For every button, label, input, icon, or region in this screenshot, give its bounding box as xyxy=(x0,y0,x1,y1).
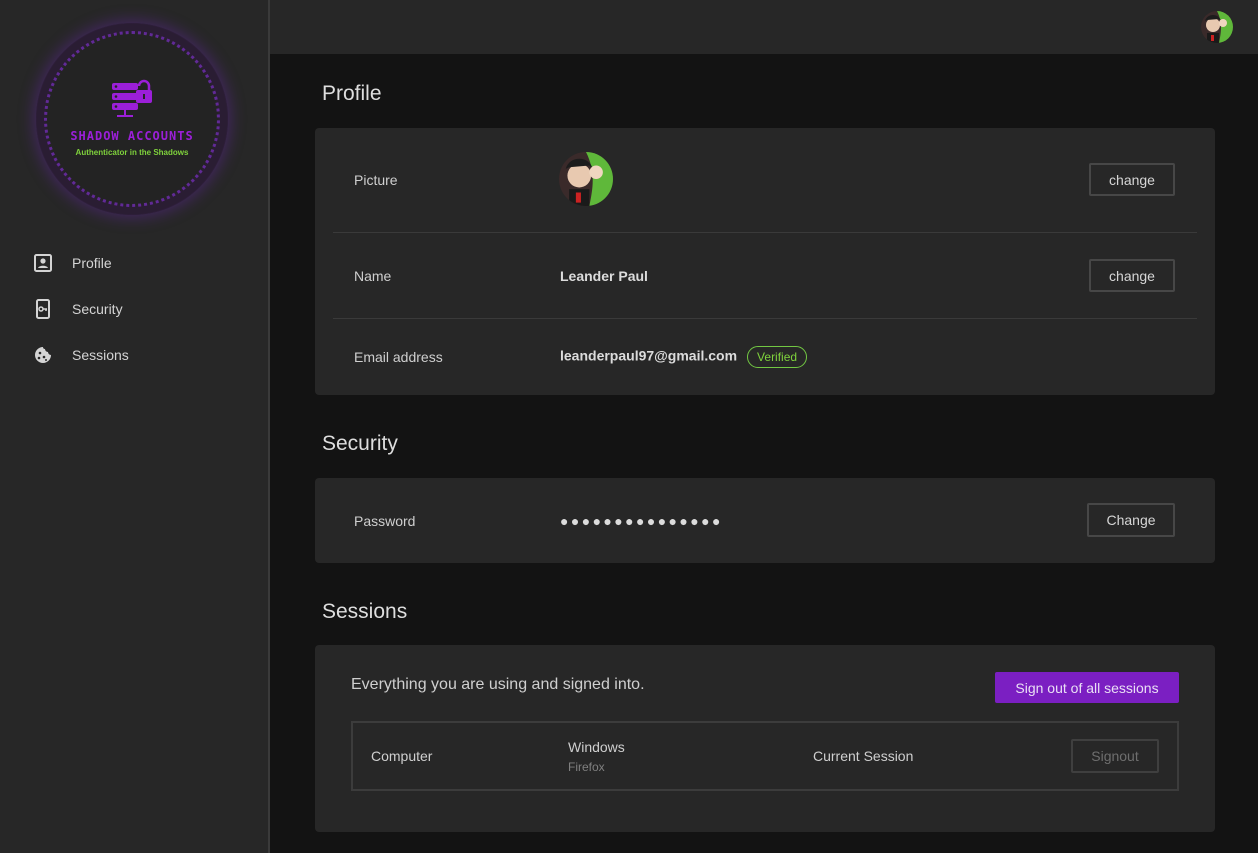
sidebar-nav: Profile Security Sessions xyxy=(0,240,268,378)
email-value-wrap: leanderpaul97@gmail.com Verified xyxy=(560,346,808,368)
top-bar xyxy=(270,0,1258,54)
logo-subtitle: Authenticator in the Shadows xyxy=(75,148,189,157)
security-section-title: Security xyxy=(322,432,398,455)
change-picture-button[interactable]: change xyxy=(1089,163,1175,196)
phone-key-icon xyxy=(33,299,53,319)
server-lock-icon xyxy=(112,79,152,117)
session-row: Computer Windows Firefox Current Session… xyxy=(351,721,1179,791)
password-row: Password ●●●●●●●●●●●●●●● Change xyxy=(315,478,1215,563)
email-label: Email address xyxy=(354,349,443,365)
sidebar: SHADOW ACCOUNTS Authenticator in the Sha… xyxy=(0,0,270,853)
profile-section-title: Profile xyxy=(322,82,382,105)
picture-label: Picture xyxy=(354,172,398,188)
sidebar-item-sessions[interactable]: Sessions xyxy=(0,332,268,378)
sessions-section-title: Sessions xyxy=(322,600,408,623)
security-card: Password ●●●●●●●●●●●●●●● Change xyxy=(315,478,1215,563)
change-password-button[interactable]: Change xyxy=(1087,503,1175,537)
name-row: Name Leander Paul change xyxy=(315,233,1215,318)
sidebar-item-profile[interactable]: Profile xyxy=(0,240,268,286)
app-logo: SHADOW ACCOUNTS Authenticator in the Sha… xyxy=(36,23,228,215)
email-value: leanderpaul97@gmail.com xyxy=(560,347,738,364)
password-label: Password xyxy=(354,512,416,529)
profile-picture xyxy=(559,152,613,206)
password-mask: ●●●●●●●●●●●●●●● xyxy=(560,512,723,529)
picture-row: Picture change xyxy=(315,128,1215,232)
sidebar-item-label: Security xyxy=(72,301,123,317)
logo-ring xyxy=(44,31,220,207)
session-os: Windows xyxy=(568,739,625,755)
sidebar-item-label: Sessions xyxy=(72,347,129,363)
account-box-icon xyxy=(33,253,53,273)
profile-card: Picture change Name Leander Paul change … xyxy=(315,128,1215,395)
name-value: Leander Paul xyxy=(560,267,648,284)
session-device: Computer xyxy=(371,748,433,764)
session-signout-button[interactable]: Signout xyxy=(1071,739,1159,773)
session-status: Current Session xyxy=(813,748,914,764)
cookie-icon xyxy=(33,345,53,365)
name-label: Name xyxy=(354,267,392,284)
user-avatar[interactable] xyxy=(1201,11,1233,43)
logo-title: SHADOW ACCOUNTS xyxy=(70,129,194,143)
session-browser: Firefox xyxy=(568,760,605,774)
sessions-description: Everything you are using and signed into… xyxy=(351,676,645,693)
verified-badge: Verified xyxy=(747,346,808,368)
email-row: Email address leanderpaul97@gmail.com Ver… xyxy=(315,319,1215,395)
sidebar-item-security[interactable]: Security xyxy=(0,286,268,332)
sign-out-all-button[interactable]: Sign out of all sessions xyxy=(995,672,1179,703)
sessions-card: Everything you are using and signed into… xyxy=(315,645,1215,832)
change-name-button[interactable]: change xyxy=(1089,259,1175,292)
sidebar-item-label: Profile xyxy=(72,255,112,271)
